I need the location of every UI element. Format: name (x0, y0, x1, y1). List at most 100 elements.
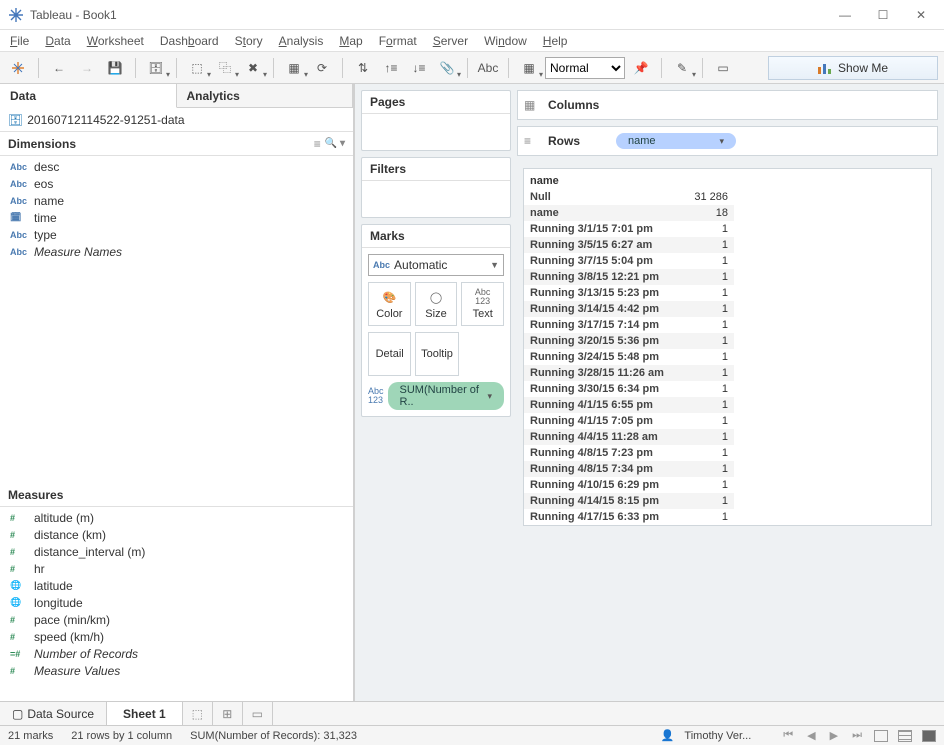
dimension-field[interactable]: Abceos (0, 175, 353, 192)
autoupdate-button[interactable]: ▦ (282, 56, 306, 80)
sheet-tab[interactable]: Sheet 1 (107, 702, 183, 725)
table-row[interactable]: Running 3/7/15 5:04 pm1 (524, 253, 734, 269)
view-cards-button[interactable]: ▦ (517, 56, 541, 80)
clear-button[interactable]: ✖ (241, 56, 265, 80)
tab-data[interactable]: Data (0, 84, 177, 108)
table-row[interactable]: Running 3/17/15 7:14 pm1 (524, 317, 734, 333)
columns-shelf[interactable]: ▦ Columns (517, 90, 938, 120)
fit-select[interactable]: Normal (545, 57, 625, 79)
marks-detail[interactable]: Detail (368, 332, 411, 376)
new-worksheet-tab[interactable]: ⬚ (183, 702, 213, 725)
dimension-field[interactable]: Abctype (0, 226, 353, 243)
table-row[interactable]: name18 (524, 205, 734, 221)
new-worksheet-button[interactable]: ⬚ (185, 56, 209, 80)
sort-desc-button[interactable]: ↓≡ (407, 56, 431, 80)
menu-dashboard[interactable]: Dashboard (160, 34, 219, 48)
maximize-button[interactable]: ☐ (876, 8, 890, 22)
labels-button[interactable]: Abc (476, 56, 500, 80)
measure-field[interactable]: 🌐latitude (0, 577, 353, 594)
viz-canvas[interactable]: name Null31 286name18Running 3/1/15 7:01… (523, 168, 932, 526)
menu-map[interactable]: Map (339, 34, 362, 48)
marks-text[interactable]: Abc123Text (461, 282, 504, 326)
menu-window[interactable]: Window (484, 34, 527, 48)
highlight-button[interactable]: ✎ (670, 56, 694, 80)
nav-first[interactable]: ⏮ (781, 729, 795, 742)
search-icon[interactable]: 🔍 ▾ (325, 138, 345, 149)
dimension-field[interactable]: 🗓time (0, 209, 353, 226)
menu-worksheet[interactable]: Worksheet (87, 34, 144, 48)
marks-type-select[interactable]: Abc Automatic ▼ (368, 254, 504, 276)
undo-button[interactable]: ← (47, 56, 71, 80)
marks-tooltip[interactable]: Tooltip (415, 332, 458, 376)
measure-field[interactable]: #hr (0, 560, 353, 577)
pin-button[interactable]: 📌 (629, 56, 653, 80)
filters-shelf[interactable]: Filters (361, 157, 511, 218)
tableau-logo-button[interactable] (6, 56, 30, 80)
menu-analysis[interactable]: Analysis (279, 34, 324, 48)
menu-format[interactable]: Format (379, 34, 417, 48)
table-row[interactable]: Running 3/14/15 4:42 pm1 (524, 301, 734, 317)
close-button[interactable]: ✕ (914, 8, 928, 22)
measure-field[interactable]: #altitude (m) (0, 509, 353, 526)
measure-field[interactable]: 🌐longitude (0, 594, 353, 611)
show-me-button[interactable]: Show Me (768, 56, 938, 80)
filmstrip-view-button[interactable] (898, 730, 912, 742)
dimension-field[interactable]: Abcname (0, 192, 353, 209)
new-datasource-button[interactable]: 🗄 (144, 56, 168, 80)
data-source-tab[interactable]: ▢Data Source (0, 702, 107, 725)
rows-pill-name[interactable]: name▾ (616, 133, 736, 149)
save-button[interactable]: 💾 (103, 56, 127, 80)
table-row[interactable]: Running 4/8/15 7:34 pm1 (524, 461, 734, 477)
group-button[interactable]: 📎 (435, 56, 459, 80)
duplicate-button[interactable]: ⿻ (213, 56, 237, 80)
dimensions-menu-icon[interactable]: ≡ (314, 137, 321, 151)
table-row[interactable]: Running 4/17/15 6:33 pm1 (524, 509, 734, 525)
redo-button[interactable]: → (75, 56, 99, 80)
marks-size[interactable]: ◯Size (415, 282, 458, 326)
sort-asc-button[interactable]: ↑≡ (379, 56, 403, 80)
nav-next[interactable]: ▶ (828, 729, 840, 742)
measure-field[interactable]: #Measure Values (0, 662, 353, 679)
table-row[interactable]: Running 4/10/15 6:29 pm1 (524, 477, 734, 493)
measure-field[interactable]: #distance (km) (0, 526, 353, 543)
menu-story[interactable]: Story (235, 34, 263, 48)
table-row[interactable]: Running 3/24/15 5:48 pm1 (524, 349, 734, 365)
table-row[interactable]: Running 4/4/15 11:28 am1 (524, 429, 734, 445)
nav-last[interactable]: ⏭ (850, 729, 864, 742)
table-row[interactable]: Null31 286 (524, 189, 734, 205)
table-row[interactable]: Running 3/8/15 12:21 pm1 (524, 269, 734, 285)
table-row[interactable]: Running 4/1/15 6:55 pm1 (524, 397, 734, 413)
menu-server[interactable]: Server (433, 34, 468, 48)
column-header-name[interactable]: name (524, 169, 678, 189)
table-row[interactable]: Running 4/14/15 8:15 pm1 (524, 493, 734, 509)
menu-help[interactable]: Help (543, 34, 568, 48)
table-row[interactable]: Running 3/20/15 5:36 pm1 (524, 333, 734, 349)
tab-view-button[interactable] (874, 730, 888, 742)
new-story-tab[interactable]: ▭ (243, 702, 273, 725)
table-row[interactable]: Running 3/5/15 6:27 am1 (524, 237, 734, 253)
pages-shelf[interactable]: Pages (361, 90, 511, 151)
sort-view-button[interactable] (922, 730, 936, 742)
status-user[interactable]: Timothy Ver... (684, 730, 751, 742)
table-row[interactable]: Running 3/28/15 11:26 am1 (524, 365, 734, 381)
refresh-button[interactable]: ⟳ (310, 56, 334, 80)
dimension-field[interactable]: Abcdesc (0, 158, 353, 175)
marks-color[interactable]: 🎨Color (368, 282, 411, 326)
measure-field[interactable]: #pace (min/km) (0, 611, 353, 628)
menu-file[interactable]: File (10, 34, 29, 48)
table-row[interactable]: Running 3/30/15 6:34 pm1 (524, 381, 734, 397)
table-row[interactable]: Running 4/8/15 7:23 pm1 (524, 445, 734, 461)
minimize-button[interactable]: — (838, 8, 852, 22)
table-row[interactable]: Running 3/1/15 7:01 pm1 (524, 221, 734, 237)
new-dashboard-tab[interactable]: ⊞ (213, 702, 243, 725)
measure-field[interactable]: #distance_interval (m) (0, 543, 353, 560)
mark-pill-sum[interactable]: SUM(Number of R..▾ (388, 382, 504, 410)
datasource-item[interactable]: 🗄 20160712114522-91251-data (0, 108, 353, 132)
presentation-button[interactable]: ▭ (711, 56, 735, 80)
menu-data[interactable]: Data (45, 34, 70, 48)
measure-field[interactable]: =#Number of Records (0, 645, 353, 662)
table-row[interactable]: Running 3/13/15 5:23 pm1 (524, 285, 734, 301)
measure-field[interactable]: #speed (km/h) (0, 628, 353, 645)
nav-prev[interactable]: ◀ (805, 729, 817, 742)
table-row[interactable]: Running 4/1/15 7:05 pm1 (524, 413, 734, 429)
